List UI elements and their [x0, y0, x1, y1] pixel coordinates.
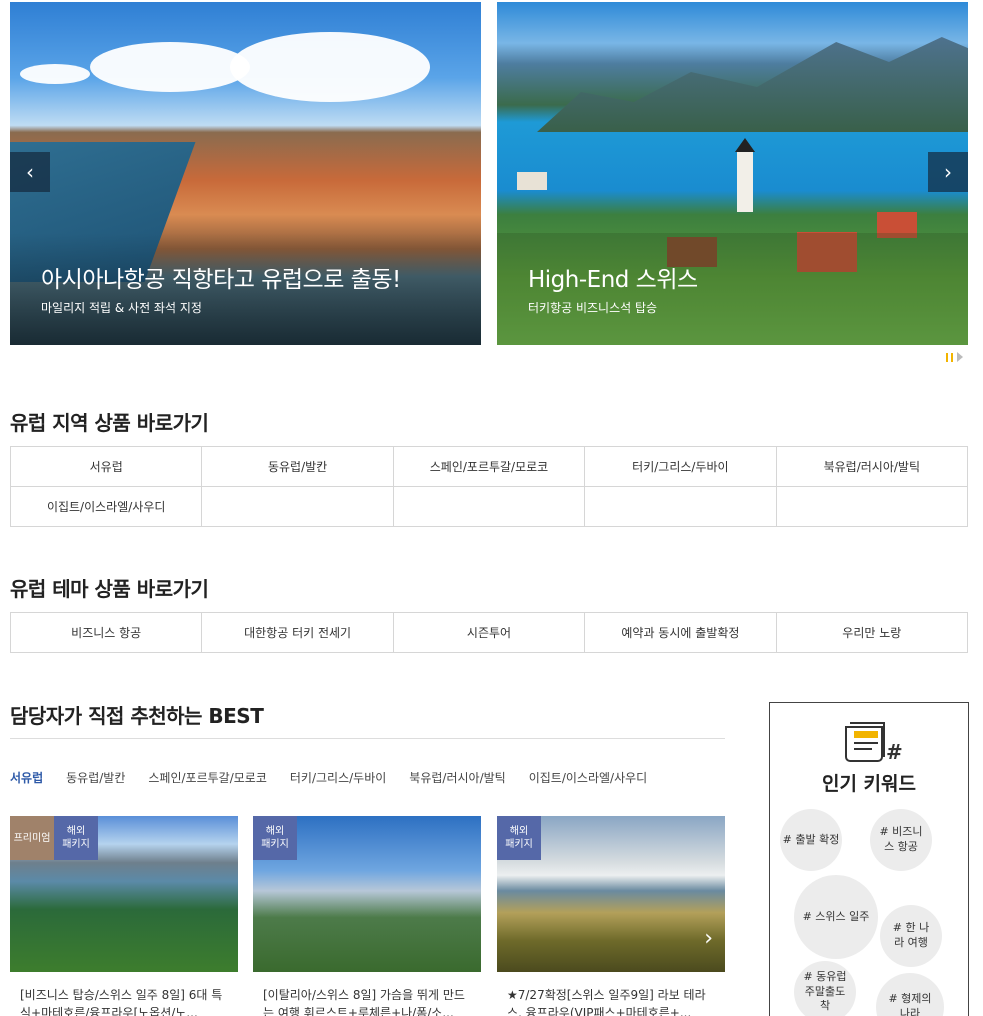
region-grid: 서유럽 동유럽/발칸 스페인/포르투갈/모로코 터키/그리스/두바이 북유럽/러… [10, 446, 968, 527]
banner-title: 아시아나항공 직항타고 유럽으로 출동! [41, 267, 401, 293]
popular-keywords-panel: # 인기 키워드 # 출발 확정 # 비즈니스 항공 # 스위스 일주 # 한 … [769, 702, 969, 1016]
banner-subtitle: 마일리지 적립 & 사전 좌석 지정 [41, 301, 202, 315]
prev-slide-button[interactable]: ‹ [10, 152, 50, 192]
newspaper-hashtag-icon: # [845, 722, 903, 764]
tab-western-europe[interactable]: 서유럽 [10, 769, 43, 786]
slider-controls [946, 352, 963, 362]
premium-badge: 프리미엄 [10, 816, 54, 860]
region-link[interactable]: 동유럽/발칸 [202, 447, 394, 487]
pause-icon[interactable] [946, 352, 953, 362]
theme-link[interactable]: 비즈니스 항공 [11, 613, 203, 653]
keyword-bubble[interactable]: # 동유럽 주말출도착 [794, 961, 856, 1016]
chevron-left-icon: ‹ [26, 160, 34, 184]
banner-subtitle: 터키항공 비즈니스석 탑승 [528, 301, 658, 315]
keyword-bubble[interactable]: # 출발 확정 [780, 809, 842, 871]
theme-grid: 비즈니스 항공 대한항공 터키 전세기 시즌투어 예약과 동시에 출발확정 우리… [10, 612, 968, 653]
divider [10, 738, 725, 739]
package-badge: 해외 패키지 [253, 816, 297, 860]
keyword-bubble[interactable]: # 형제의 나라 [876, 973, 944, 1016]
tab-northern-europe[interactable]: 북유럽/러시아/발틱 [409, 769, 505, 786]
empty-cell [393, 487, 586, 527]
tab-turkey-greece[interactable]: 터키/그리스/두바이 [290, 769, 386, 786]
package-badge: 해외 패키지 [497, 816, 541, 860]
product-title[interactable]: [이탈리아/스위스 8일] 가슴을 뛰게 만드는 여행 휘르스트+루체른+나/폼… [253, 986, 481, 1016]
product-card[interactable]: 해외 패키지 [이탈리아/스위스 8일] 가슴을 뛰게 만드는 여행 휘르스트+… [253, 816, 481, 1016]
region-link[interactable]: 이집트/이스라엘/사우디 [11, 487, 203, 527]
keywords-title: 인기 키워드 [821, 773, 916, 795]
empty-cell [202, 487, 394, 527]
best-section-title: 담당자가 직접 추천하는 BEST [10, 704, 264, 728]
region-link[interactable]: 터키/그리스/두바이 [585, 447, 777, 487]
theme-section-title: 유럽 테마 상품 바로가기 [10, 577, 209, 601]
product-card[interactable]: 프리미엄 해외 패키지 [비즈니스 탑승/스위스 일주 8일] 6대 특식+마테… [10, 816, 238, 1016]
product-title[interactable]: [비즈니스 탑승/스위스 일주 8일] 6대 특식+마테호른/융프라우[노옵션/… [10, 986, 238, 1016]
region-link[interactable]: 북유럽/러시아/발틱 [776, 447, 968, 487]
svg-text:#: # [886, 740, 903, 764]
tab-eastern-europe[interactable]: 동유럽/발칸 [66, 769, 125, 786]
next-slide-button[interactable]: › [928, 152, 968, 192]
theme-link[interactable]: 우리만 노랑 [776, 613, 968, 653]
chevron-right-icon[interactable]: › [704, 926, 713, 951]
keyword-bubble[interactable]: # 스위스 일주 [794, 875, 878, 959]
theme-link[interactable]: 예약과 동시에 출발확정 [585, 613, 777, 653]
theme-link[interactable]: 시즌투어 [393, 613, 586, 653]
region-section-title: 유럽 지역 상품 바로가기 [10, 411, 209, 435]
tab-egypt-israel[interactable]: 이집트/이스라엘/사우디 [529, 769, 648, 786]
banner-asiana[interactable]: 아시아나항공 직항타고 유럽으로 출동! 마일리지 적립 & 사전 좌석 지정 [10, 2, 481, 345]
keyword-bubble[interactable]: # 한 나라 여행 [880, 905, 942, 967]
chevron-right-icon: › [944, 160, 952, 184]
region-link[interactable]: 스페인/포르투갈/모로코 [393, 447, 586, 487]
product-image: 해외 패키지 [253, 816, 481, 972]
empty-cell [776, 487, 968, 527]
region-link[interactable]: 서유럽 [11, 447, 203, 487]
product-image: 프리미엄 해외 패키지 [10, 816, 238, 972]
theme-link[interactable]: 대한항공 터키 전세기 [202, 613, 394, 653]
empty-cell [585, 487, 777, 527]
keyword-bubble[interactable]: # 비즈니스 항공 [870, 809, 932, 871]
product-card[interactable]: 해외 패키지 › ★7/27확정[스위스 일주9일] 라보 테라스, 융프라우(… [497, 816, 725, 1016]
banner-swiss[interactable]: High-End 스위스 터키항공 비즈니스석 탑승 [497, 2, 968, 345]
tab-spain-portugal[interactable]: 스페인/포르투갈/모로코 [148, 769, 267, 786]
package-badge: 해외 패키지 [54, 816, 98, 860]
best-tabs: 서유럽 동유럽/발칸 스페인/포르투갈/모로코 터키/그리스/두바이 북유럽/러… [10, 769, 647, 786]
play-icon[interactable] [957, 352, 963, 362]
product-image: 해외 패키지 › [497, 816, 725, 972]
product-title[interactable]: ★7/27확정[스위스 일주9일] 라보 테라스, 융프라우(VIP패스+마테호… [497, 986, 725, 1016]
banner-title: High-End 스위스 [528, 267, 698, 293]
